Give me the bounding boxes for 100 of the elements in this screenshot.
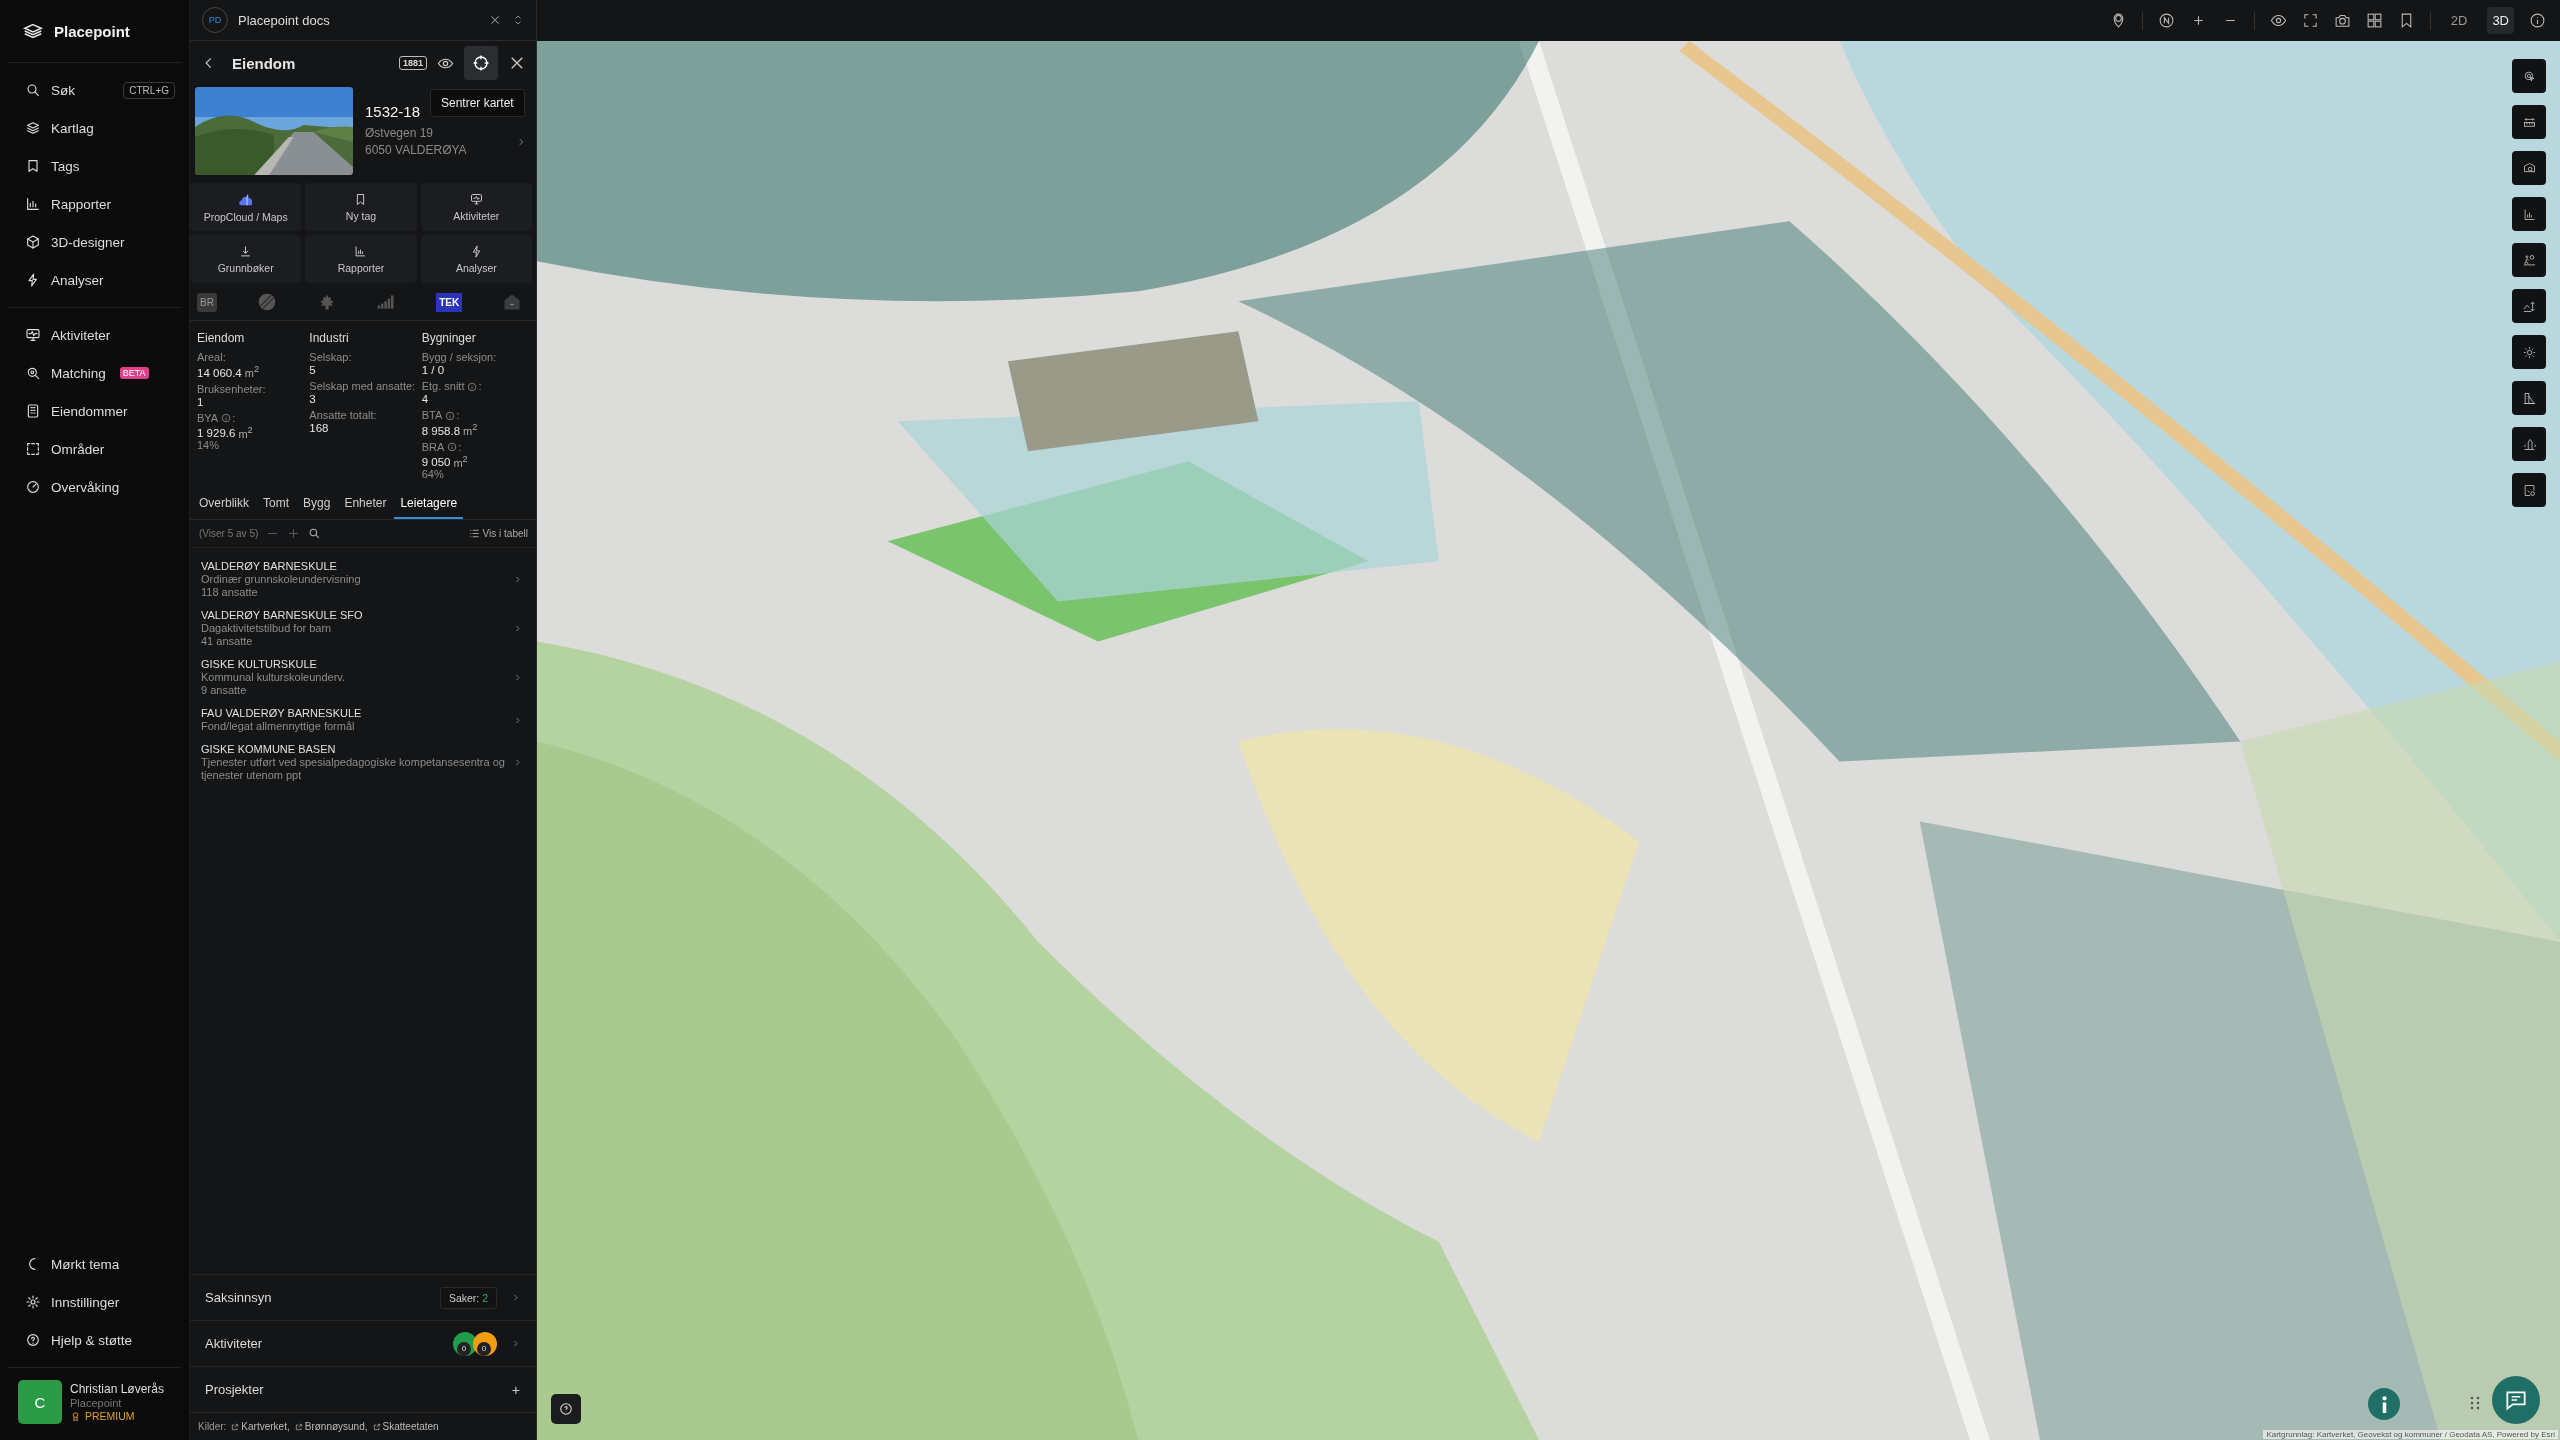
chevron-right-icon <box>513 758 522 768</box>
map-tool-button[interactable] <box>2512 335 2546 369</box>
add-button[interactable]: + <box>511 1381 520 1398</box>
info-icon <box>2381 1395 2387 1413</box>
label-colon: : <box>456 409 460 422</box>
chevron-right-icon[interactable] <box>516 137 526 147</box>
tenant-item[interactable]: FAU VALDERØY BARNESKULE Fond/legat allmennyttige formål <box>190 703 536 740</box>
beta-badge: BETA <box>119 367 149 379</box>
tab[interactable]: Tomt <box>257 490 296 520</box>
monitor-icon <box>468 192 484 207</box>
section-row[interactable]: Aktiviteter 0 0 <box>190 1321 536 1367</box>
compass-icon[interactable] <box>2157 12 2175 29</box>
monitor-icon <box>25 327 41 343</box>
label-colon: : <box>232 411 236 425</box>
map-tool-button[interactable] <box>2512 59 2546 93</box>
map-tool-button[interactable] <box>2512 473 2546 507</box>
help-button[interactable] <box>551 1394 581 1424</box>
bookmark-icon <box>25 158 41 174</box>
stat-label: Etg. snitt <box>421 380 465 393</box>
avatar[interactable]: C <box>18 1380 62 1424</box>
building-shadow-icon <box>2521 390 2537 406</box>
tenant-name: VALDERØY BARNESKULE <box>201 560 338 574</box>
source-link[interactable]: Skatteetaten <box>372 1421 439 1432</box>
center-map-button[interactable] <box>464 46 498 80</box>
map-tool-button[interactable] <box>2512 427 2546 461</box>
tenant-item[interactable]: GISKE KOMMUNE BASEN Tjenester utført ved spesialpedagogiske kompetansesentra og tjenester utenom ppt <box>190 739 536 789</box>
map-gear-icon <box>2521 482 2537 498</box>
register-badge[interactable]: BR <box>197 292 217 312</box>
stat-value: 4 <box>421 393 429 405</box>
view-mode-toggle[interactable]: 3D <box>2487 7 2514 34</box>
nav-item[interactable]: Matching BETA <box>8 354 181 392</box>
nav-item[interactable]: Hjelp & støtte <box>8 1321 181 1359</box>
stat-label: Bruksenheter: <box>197 382 266 396</box>
tab[interactable]: Leietagere <box>394 490 464 520</box>
map-tool-button[interactable] <box>2512 289 2546 323</box>
tek-badge[interactable]: TEK <box>436 292 463 312</box>
camera-icon[interactable] <box>2333 12 2351 29</box>
nav-item[interactable]: Innstillinger <box>8 1283 181 1321</box>
building-icon <box>25 403 41 419</box>
stat-label: Selskap med ansatte: <box>309 380 416 393</box>
nav-item[interactable]: Kartlag <box>8 109 181 147</box>
tenant-item[interactable]: GISKE KULTURSKULE Kommunal kulturskoleunderv. 9 ansatte <box>190 654 536 704</box>
nav-item[interactable]: Eiendommer <box>8 392 181 430</box>
map-tool-button[interactable] <box>2512 381 2546 415</box>
action-button[interactable]: Analyser <box>420 235 532 283</box>
map-tool-button[interactable] <box>2512 105 2546 139</box>
nav-item[interactable]: Tags <box>8 147 181 185</box>
striped-circle-icon[interactable] <box>256 292 277 312</box>
nav-item[interactable]: Overvåking <box>8 468 181 506</box>
nav-item[interactable]: Aktiviteter <box>8 316 181 354</box>
expand-icon[interactable] <box>512 13 524 27</box>
tenant-name: VALDERØY BARNESKULE SFO <box>201 609 364 623</box>
action-button[interactable]: PropCloud / Maps <box>190 183 302 231</box>
nav-item[interactable]: Analyser <box>8 261 181 299</box>
nav-item[interactable]: Mørkt tema <box>8 1245 181 1283</box>
layers-icon <box>25 120 41 136</box>
tenant-item[interactable]: VALDERØY BARNESKULE Ordinær grunnskoleundervisning 118 ansatte <box>190 556 536 606</box>
map-tool-button[interactable] <box>2512 197 2546 231</box>
external-link-icon <box>294 1422 303 1431</box>
user-name: Christian Løverås <box>70 1382 165 1396</box>
info-icon[interactable] <box>2529 12 2546 29</box>
walking-figure-icon <box>2521 252 2537 268</box>
plus-icon[interactable] <box>287 527 301 541</box>
source-link[interactable]: Brønnøysund, <box>294 1421 368 1432</box>
user-org: Placepoint <box>70 1397 123 1409</box>
nav-item[interactable]: 3D-designer <box>8 223 181 261</box>
table-view-button[interactable]: Vis i tabell <box>468 528 528 540</box>
action-button[interactable]: Ny tag <box>305 183 417 231</box>
action-button[interactable]: Aktiviteter <box>420 183 532 231</box>
tab[interactable]: Bygg <box>297 490 337 520</box>
fullscreen-icon[interactable] <box>2301 12 2319 29</box>
tenant-item[interactable]: VALDERØY BARNESKULE SFO Dagaktivitetstilbud for barn 41 ansatte <box>190 605 536 655</box>
tenant-name: GISKE KOMMUNE BASEN <box>201 743 337 757</box>
tab[interactable]: Overblikk <box>193 490 255 520</box>
grid-icon[interactable] <box>2365 12 2383 29</box>
action-button[interactable]: Grunnbøker <box>190 235 302 283</box>
map-tool-button[interactable] <box>2512 243 2546 277</box>
nav-item[interactable]: Søk CTRL+G <box>8 71 181 109</box>
activity-badge: 0 <box>473 1331 497 1356</box>
bars-icon[interactable] <box>376 292 397 312</box>
external-link-icon <box>231 1422 240 1431</box>
share-percent: 14% <box>197 439 221 452</box>
nav-label: Hjelp & støtte <box>51 1332 133 1348</box>
section-row[interactable]: Prosjekter + <box>190 1367 536 1413</box>
target-search-icon <box>25 365 41 381</box>
drag-handle-icon[interactable] <box>2470 1396 2480 1410</box>
directory-badge[interactable]: 1881 <box>398 56 427 70</box>
chevron-right-icon <box>511 1339 520 1348</box>
nav-item[interactable]: Rapporter <box>8 185 181 223</box>
source-link[interactable]: Kartverket, <box>231 1421 290 1432</box>
action-button[interactable]: Rapporter <box>305 235 417 283</box>
section-row[interactable]: Saksinnsyn Saker: 2 <box>190 1275 536 1321</box>
eye-icon[interactable] <box>2269 12 2287 29</box>
tab[interactable]: Enheter <box>338 490 393 520</box>
search-icon[interactable] <box>308 527 322 541</box>
view-mode-toggle[interactable]: 2D <box>2445 7 2473 34</box>
sun-icon <box>2521 344 2537 360</box>
map-tool-button[interactable] <box>2512 151 2546 185</box>
stat-label: BYA <box>197 411 219 425</box>
nav-item[interactable]: Områder <box>8 430 181 468</box>
